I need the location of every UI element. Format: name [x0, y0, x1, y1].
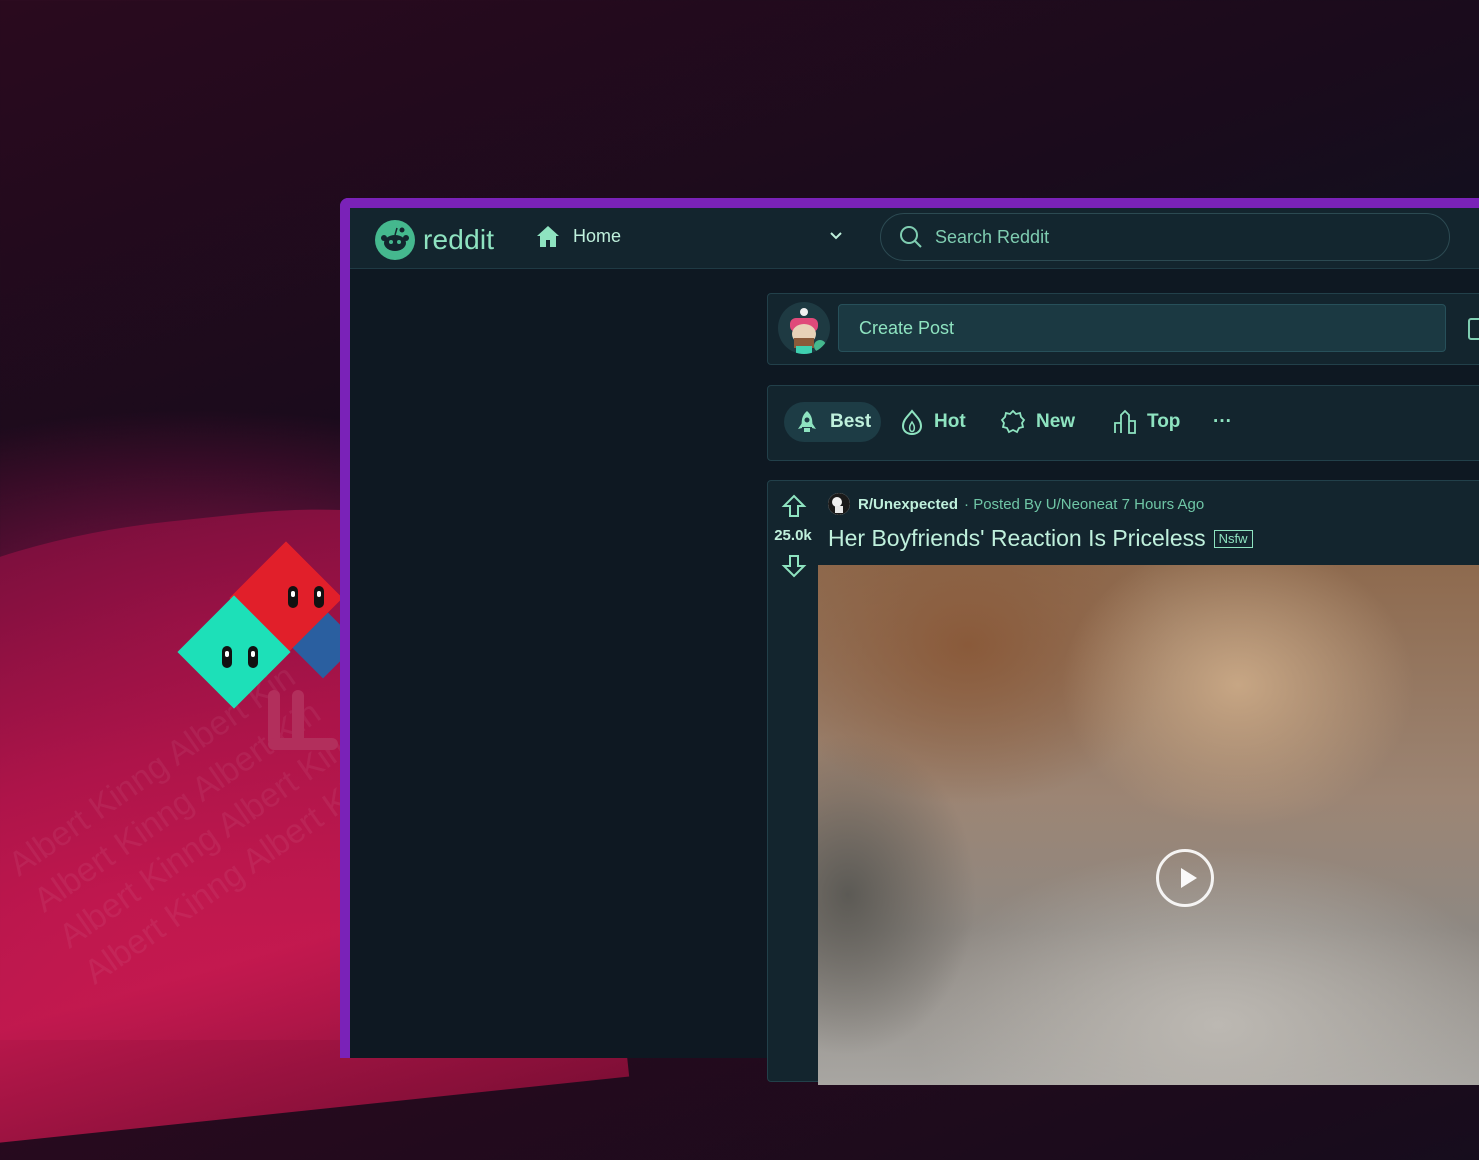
top-nav: reddit Home: [350, 208, 1479, 269]
subreddit-link[interactable]: R/Unexpected: [858, 496, 958, 513]
sort-top-button[interactable]: Top: [1113, 402, 1180, 442]
mascot-feet: [268, 738, 338, 750]
mascot-eye: [222, 646, 232, 668]
sort-top-label: Top: [1147, 411, 1181, 432]
more-options-label: ···: [1213, 411, 1232, 432]
vote-column: 25.0k: [768, 481, 818, 1081]
mascot-illustration: [177, 540, 359, 760]
post-card[interactable]: 25.0k R/Unexpected · Posted By U/Neoneat…: [767, 480, 1479, 1085]
nsfw-flair: Nsfw: [1213, 529, 1253, 548]
search-bar[interactable]: [880, 213, 1450, 261]
sort-new-label: New: [1036, 411, 1076, 432]
mascot-eye: [288, 586, 298, 608]
post-title-text: Her Boyfriends' Reaction Is Priceless: [828, 525, 1206, 551]
vote-count: 25.0k: [774, 527, 812, 544]
more-options-button[interactable]: ···: [1213, 402, 1232, 442]
sort-best-label: Best: [830, 411, 872, 432]
sort-hot-label: Hot: [934, 411, 966, 432]
play-icon[interactable]: [1156, 849, 1214, 907]
browser-window: reddit Home Search Reddit Create Post Be…: [340, 198, 1479, 1085]
subreddit-icon[interactable]: [828, 493, 850, 515]
sort-hot-button[interactable]: Hot: [900, 402, 966, 442]
search-input[interactable]: [933, 225, 1417, 249]
create-post-card: Create Post: [767, 293, 1479, 365]
home-dropdown[interactable]: Home: [535, 224, 621, 248]
reddit-logo[interactable]: reddit: [375, 220, 494, 260]
sort-bar: Best Hot New Top ···: [767, 385, 1479, 461]
post-meta: R/Unexpected · Posted By U/Neoneat 7 Hou…: [828, 493, 1204, 515]
post-video[interactable]: [818, 565, 1479, 1085]
rocket-icon: [798, 411, 816, 432]
flame-icon: [901, 409, 923, 435]
snoo-icon: [375, 220, 415, 260]
upvote-arrow-icon[interactable]: [781, 493, 807, 519]
badge-icon: [1000, 409, 1026, 434]
post-title[interactable]: Her Boyfriends' Reaction Is Priceless Ns…: [828, 525, 1253, 552]
downvote-arrow-icon[interactable]: [781, 553, 807, 579]
sort-best-button[interactable]: Best: [784, 402, 882, 442]
mascot-eye: [314, 586, 324, 608]
mascot-eye: [248, 646, 258, 668]
search-icon: [900, 226, 922, 248]
bar-chart-icon: [1114, 409, 1136, 434]
sort-new-button[interactable]: New: [1000, 402, 1075, 442]
create-post-input[interactable]: Create Post: [838, 304, 1446, 352]
logo-text: reddit: [423, 224, 495, 255]
posted-by-text: · Posted By U/Neoneat 7 Hours Ago: [964, 495, 1205, 513]
user-avatar[interactable]: [778, 302, 830, 354]
chevron-down-icon[interactable]: [828, 228, 844, 249]
home-icon: [537, 226, 559, 247]
home-label: Home: [573, 225, 622, 246]
image-upload-icon[interactable]: [1468, 318, 1479, 345]
